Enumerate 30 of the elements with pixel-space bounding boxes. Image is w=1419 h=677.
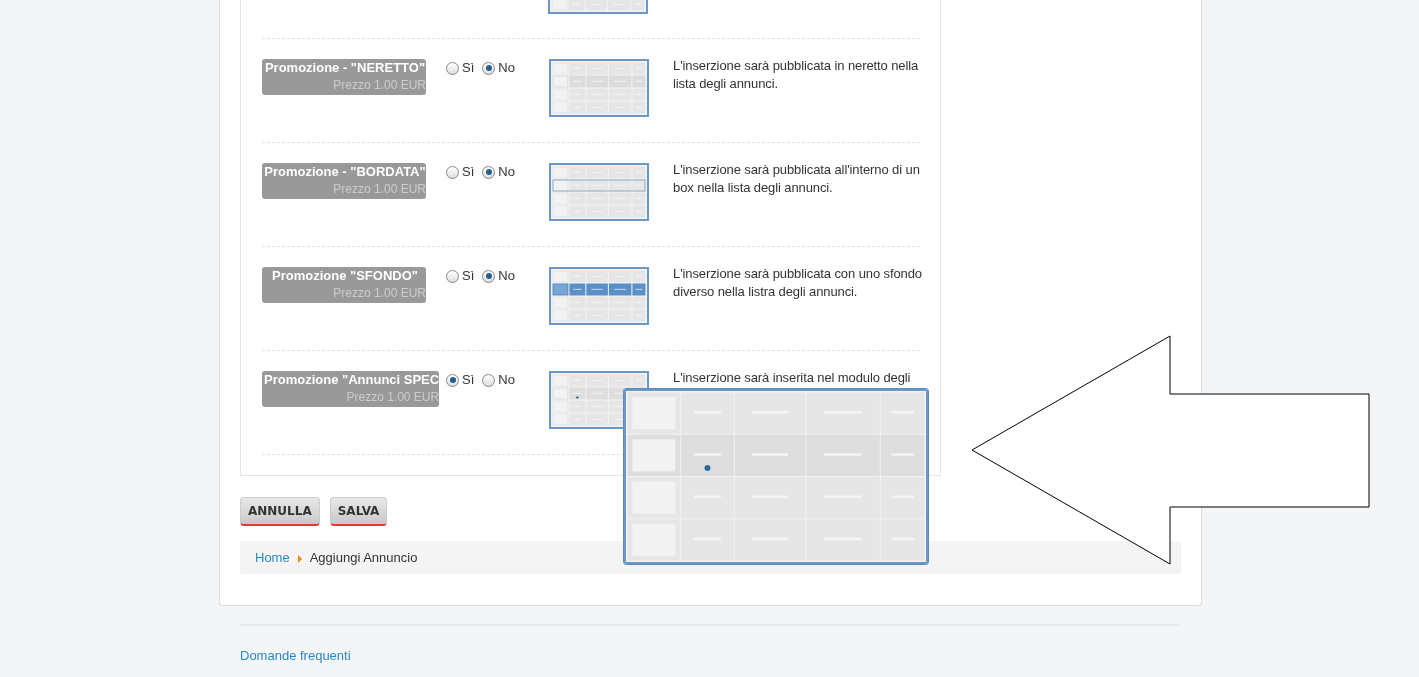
promotion-title: Promozione - "NERETTO" [263, 59, 426, 77]
radio-button[interactable] [482, 165, 496, 179]
radio-label[interactable]: No [498, 268, 515, 284]
promotion-title: Promozione "Annunci SPEC [263, 371, 440, 389]
radio-button[interactable] [482, 373, 496, 387]
action-button[interactable]: ANNULLA [240, 497, 320, 526]
radio-button[interactable] [446, 373, 459, 387]
option-description: L'inserzione sarà pubblicata in neretto nella lista degli annunci. [673, 57, 920, 93]
radio-label[interactable]: No [498, 372, 515, 388]
radio-label[interactable]: Sì [462, 164, 475, 180]
radio-button[interactable] [482, 269, 496, 283]
separator-icon [297, 555, 302, 563]
radio-label[interactable]: Sì [462, 60, 475, 76]
radio-label[interactable]: Sì [462, 268, 475, 284]
option-description: L'inserzione sarà pubblicata all'interno di un box nella lista degli annunci. [673, 161, 921, 197]
radio-button[interactable] [446, 165, 459, 179]
radio-label[interactable]: No [498, 164, 515, 180]
radio-label[interactable]: No [498, 60, 515, 76]
promotion-title: Promozione "SFONDO" [271, 267, 418, 285]
option-description: L'inserzione sarà pubblicata con uno sfondo diverso nella listra degli annunci. [673, 265, 923, 301]
radio-button[interactable] [446, 269, 459, 283]
radio-label[interactable]: Sì [462, 372, 475, 388]
footer-link[interactable]: Domande frequenti [240, 648, 351, 663]
action-button[interactable]: SALVA [329, 497, 388, 526]
radio-button[interactable] [482, 61, 496, 75]
promotion-title: Promozione - "BORDATA" [263, 163, 426, 181]
breadcrumb-current: Aggiungi Annuncio [309, 550, 418, 565]
option-description: L'inserzione sarà inserita nel modulo degli [673, 369, 912, 387]
breadcrumb-link[interactable]: Home [255, 550, 290, 565]
radio-button[interactable] [446, 61, 459, 75]
